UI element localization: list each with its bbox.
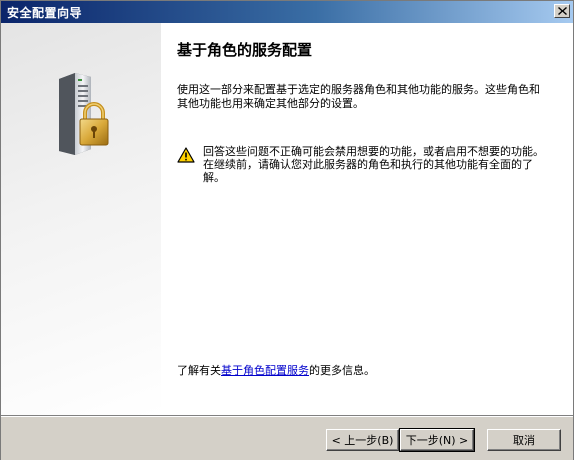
page-description: 使用这一部分来配置基于选定的服务器角色和其他功能的服务。这些角色和其他功能也用来…	[177, 83, 540, 110]
wizard-banner-panel	[1, 23, 161, 415]
warning-text: 回答这些问题不正确可能会禁用想要的功能，或者启用不想要的功能。在继续前，请确认您…	[203, 145, 544, 184]
server-lock-icon	[59, 73, 109, 155]
warning-icon	[177, 147, 195, 163]
more-info-suffix: 的更多信息。	[309, 364, 375, 377]
close-icon	[557, 7, 567, 15]
more-info-prefix: 了解有关	[177, 364, 221, 377]
more-info-line: 了解有关基于角色配置服务的更多信息。	[177, 362, 375, 378]
close-button[interactable]	[554, 4, 570, 18]
window-title: 安全配置向导	[7, 6, 83, 20]
next-button[interactable]: 下一步(N) >	[399, 428, 475, 452]
more-info-link[interactable]: 基于角色配置服务	[221, 364, 309, 377]
page-title: 基于角色的服务配置	[177, 41, 313, 59]
title-bar[interactable]: 安全配置向导	[1, 1, 573, 23]
cancel-button[interactable]: 取消	[487, 429, 561, 451]
wizard-content: 基于角色的服务配置 使用这一部分来配置基于选定的服务器角色和其他功能的服务。这些…	[161, 23, 573, 415]
back-button[interactable]: < 上一步(B)	[326, 429, 399, 451]
wizard-window: 安全配置向导 基于角色的服务配置 使用这一部分来配置基于选定的服务器角色和其他功…	[0, 0, 574, 460]
button-bar: < 上一步(B) 下一步(N) > 取消	[1, 415, 573, 460]
